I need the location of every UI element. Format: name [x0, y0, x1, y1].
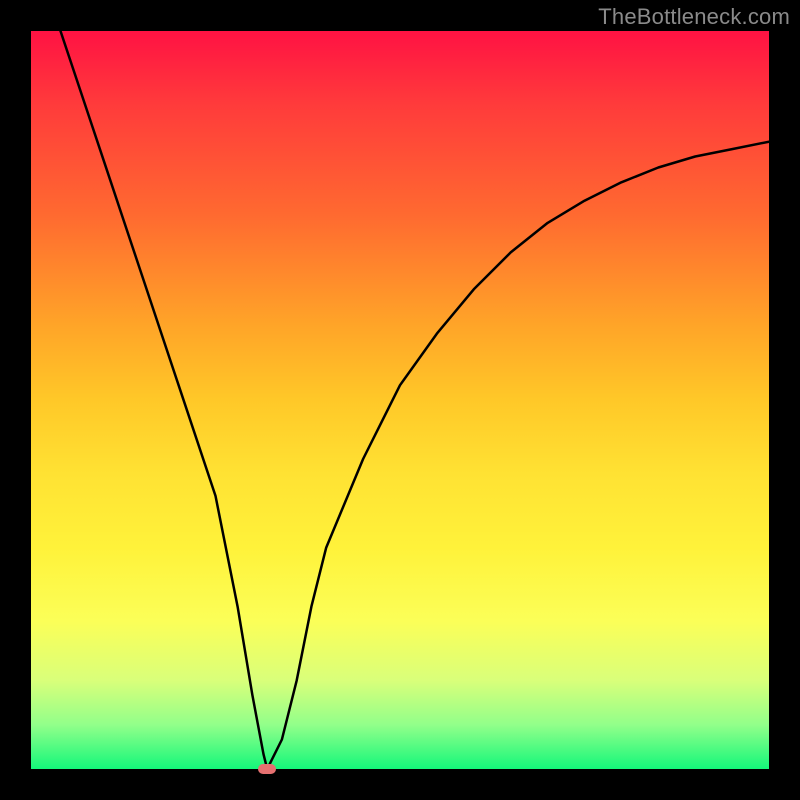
optimum-marker — [258, 764, 276, 774]
bottleneck-curve-path — [61, 31, 770, 769]
watermark-text: TheBottleneck.com — [598, 4, 790, 30]
chart-frame: TheBottleneck.com — [0, 0, 800, 800]
curve-svg — [31, 31, 769, 769]
plot-area — [31, 31, 769, 769]
